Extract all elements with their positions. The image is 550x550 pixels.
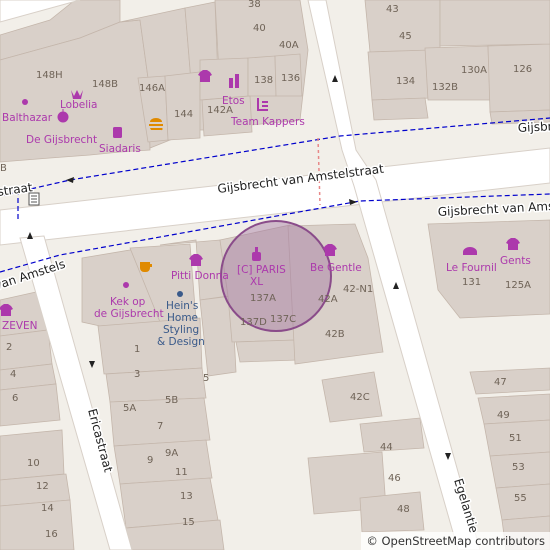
house-number-label: 144 — [174, 109, 193, 120]
house-number-label: 42C — [350, 392, 370, 403]
house-number-label: 15 — [182, 517, 195, 528]
house-number-label: 137D — [240, 317, 267, 328]
kek-label-line2: de Gijsbrecht — [94, 308, 164, 320]
house-number-label: 42B — [325, 329, 345, 340]
heins-label-line3: Styling — [163, 324, 199, 336]
house-number-label: 1 — [134, 344, 140, 355]
cj-paris-label-line2: XL — [250, 276, 263, 288]
de-gijsbrecht-label: De Gijsbrecht — [26, 134, 97, 146]
house-number-label: 9 — [147, 455, 153, 466]
team-kappers-label: Team Kappers — [230, 116, 305, 128]
house-number-label: 51 — [509, 433, 522, 444]
house-number-label: 48 — [397, 504, 410, 515]
house-number-label: 11 — [175, 467, 188, 478]
house-number-label: 137A — [250, 293, 276, 304]
house-number-label: 3 — [134, 369, 140, 380]
house-number-label: 12 — [36, 481, 49, 492]
house-number-label: 47 — [494, 377, 507, 388]
house-number-label: 146A — [139, 83, 165, 94]
house-number-label: 148H — [36, 70, 63, 81]
le-fournil-label: Le Fournil — [446, 262, 497, 274]
siadaris-label: Siadaris — [99, 143, 141, 155]
balthazar-label: Balthazar — [2, 112, 53, 124]
right-top-street-label: Gijsbr — [517, 119, 550, 135]
house-number-label: 9A — [165, 448, 178, 459]
kek-label-line1: Kek op — [110, 296, 146, 308]
copyright-symbol: © — [366, 534, 378, 548]
house-number-label: 142A — [207, 105, 233, 116]
heins-label-line4: & Design — [157, 336, 205, 348]
house-number-label: 55 — [514, 493, 527, 504]
house-number-label: 16 — [45, 529, 58, 540]
map-view[interactable]: Gijsbrecht van Amstelstraat straat van A… — [0, 0, 550, 550]
pitti-donna-label: Pitti Donna — [171, 270, 229, 282]
house-number-label: B — [0, 163, 7, 174]
house-number-label: 13 — [180, 491, 193, 502]
house-number-label: 131 — [462, 277, 481, 288]
zeven-label: ZEVEN — [2, 320, 38, 332]
house-number-label: 14 — [41, 503, 54, 514]
heins-label-line2: Home — [167, 312, 198, 324]
heins-label-line1: Hein's — [166, 300, 198, 312]
house-number-label: 5B — [165, 395, 178, 406]
house-number-label: 2 — [6, 342, 12, 353]
house-number-label: 136 — [281, 73, 300, 84]
house-number-label: 43 — [386, 4, 399, 15]
house-number-label: 134 — [396, 76, 415, 87]
house-number-label: 137C — [270, 314, 296, 325]
house-number-label: 40 — [253, 23, 266, 34]
house-number-label: 6 — [12, 393, 18, 404]
house-number-label: 53 — [512, 462, 525, 473]
fastfood-burger-icon — [149, 118, 163, 131]
house-number-label: 138 — [254, 75, 273, 86]
house-number-label: 49 — [497, 410, 510, 421]
attribution: © OpenStreetMap contributors — [361, 532, 550, 550]
house-number-label: 42A — [318, 294, 338, 305]
house-number-label: 132B — [432, 82, 458, 93]
map-canvas[interactable]: Gijsbrecht van Amstelstraat straat van A… — [0, 0, 550, 550]
heins-dot-icon — [177, 291, 183, 297]
house-number-label: 38 — [248, 0, 261, 10]
house-number-label: 4 — [10, 369, 16, 380]
house-number-label: 148B — [92, 79, 118, 90]
balthazar-dot-icon — [22, 99, 28, 105]
house-number-label: 126 — [513, 64, 532, 75]
osm-contributors-link[interactable]: OpenStreetMap contributors — [381, 534, 545, 548]
house-number-label: 7 — [157, 421, 163, 432]
house-number-label: 5A — [123, 403, 136, 414]
house-number-label: 5 — [203, 373, 209, 384]
house-number-label: 40A — [279, 40, 299, 51]
gents-label: Gents — [500, 255, 531, 267]
be-gentle-label: Be Gentle — [310, 262, 362, 274]
house-number-label: 130A — [461, 65, 487, 76]
house-number-label: 45 — [399, 31, 412, 42]
kek-dot-icon — [123, 282, 129, 288]
house-number-label: 46 — [388, 473, 401, 484]
house-number-label: 10 — [27, 458, 40, 469]
house-number-label: 125A — [505, 280, 531, 291]
siadaris-jar-icon — [113, 127, 122, 138]
house-number-label: 42-N1 — [343, 284, 373, 295]
cj-paris-label-line1: [C] PARIS — [237, 264, 286, 276]
house-number-label: 44 — [380, 442, 393, 453]
lobelia-label: Lobelia — [60, 99, 97, 111]
